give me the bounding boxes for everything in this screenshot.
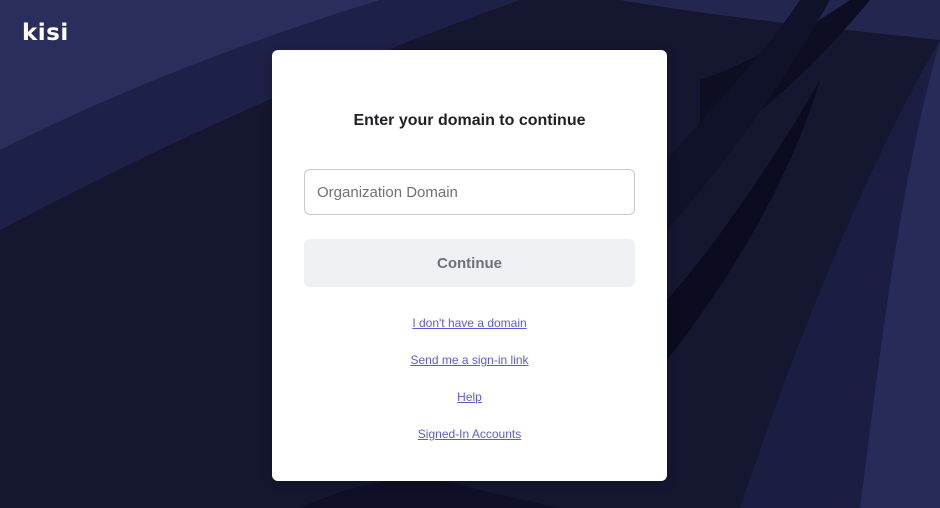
login-page: kisi Enter your domain to continue Conti…	[0, 0, 940, 508]
help-link[interactable]: Help	[272, 390, 667, 404]
card-title: Enter your domain to continue	[353, 112, 586, 129]
organization-domain-input[interactable]	[304, 169, 635, 215]
kisi-logo: kisi	[22, 20, 69, 46]
continue-button[interactable]: Continue	[304, 239, 635, 287]
login-card: Enter your domain to continue Continue I…	[272, 50, 667, 481]
no-domain-link[interactable]: I don't have a domain	[272, 316, 667, 330]
signed-in-accounts-link[interactable]: Signed-In Accounts	[272, 427, 667, 441]
auth-links: I don't have a domain Send me a sign-in …	[272, 316, 667, 464]
send-sign-in-link[interactable]: Send me a sign-in link	[272, 353, 667, 367]
